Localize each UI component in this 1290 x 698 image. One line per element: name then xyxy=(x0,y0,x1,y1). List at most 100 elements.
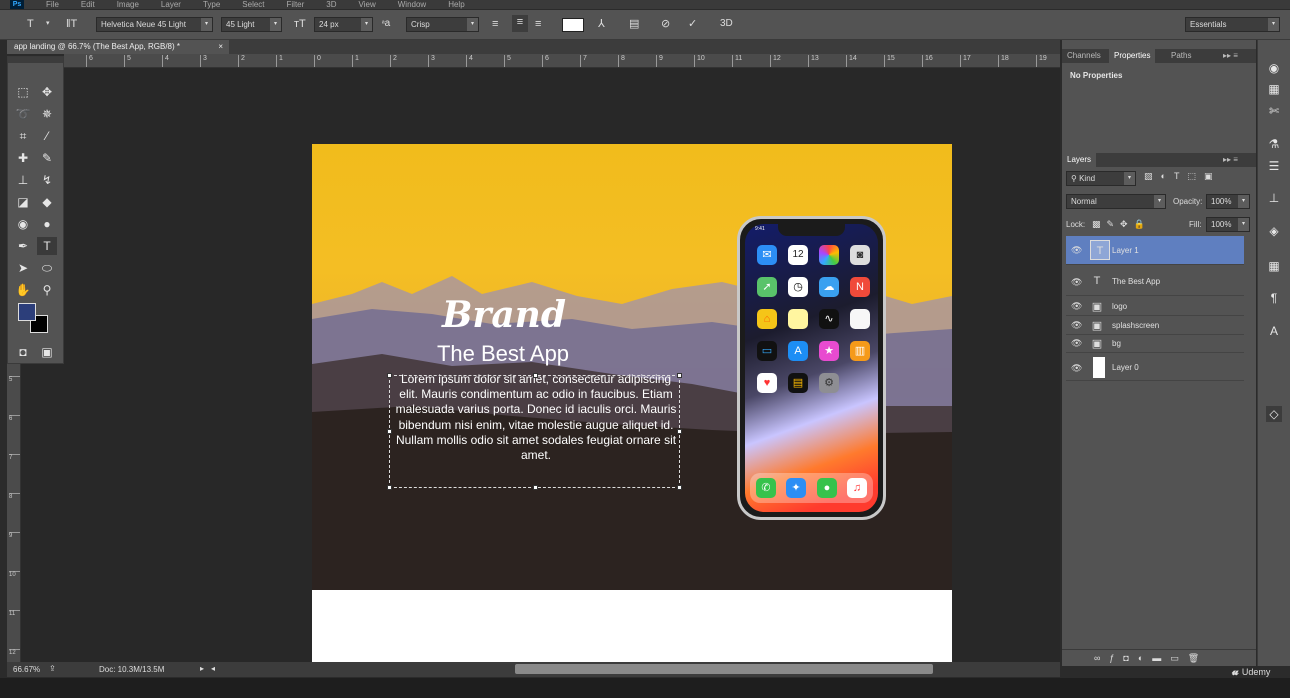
screen-mode-icon[interactable]: ▣ xyxy=(37,343,57,361)
horizontal-ruler[interactable]: 6 5 4 3 2 1 0 1 2 3 4 5 6 7 8 9 10 11 12 13 14 15 16 17 18 19 xyxy=(64,54,1060,68)
menu-window[interactable]: Window xyxy=(398,0,426,9)
layer-row[interactable]: 👁 ▣ logo xyxy=(1066,298,1244,316)
quick-mask-icon[interactable]: ◘ xyxy=(13,343,33,361)
horizontal-scrollbar[interactable] xyxy=(515,664,933,674)
transform-handle[interactable] xyxy=(387,373,392,378)
brush-tool-icon[interactable]: ✎ xyxy=(37,149,57,167)
menu-edit[interactable]: Edit xyxy=(81,0,95,9)
eyedropper-tool-icon[interactable]: ⁄ xyxy=(37,127,57,145)
align-right-icon[interactable]: ≡ xyxy=(535,17,541,31)
panel-menu-icon[interactable]: ▸▸ ≡ xyxy=(1218,49,1243,63)
layer-row[interactable]: 👁 ▣ bg xyxy=(1066,335,1244,353)
menu-type[interactable]: Type xyxy=(203,0,220,9)
lasso-tool-icon[interactable]: ➰ xyxy=(13,105,33,123)
visibility-eye-icon[interactable]: 👁 xyxy=(1071,245,1082,256)
adjustments-panel-icon[interactable]: ✄ xyxy=(1266,103,1282,119)
antialias-select[interactable]: Crisp ▾ xyxy=(406,17,479,32)
text-bounding-box[interactable] xyxy=(387,373,682,490)
foreground-color-swatch[interactable] xyxy=(18,303,36,321)
crop-tool-icon[interactable]: ⌗ xyxy=(13,127,33,145)
transform-handle[interactable] xyxy=(533,373,538,378)
layer-action-icons[interactable]: ∞ƒ◘◐▬▭🗑 xyxy=(1094,653,1208,664)
tools-panel-header[interactable] xyxy=(8,57,63,63)
transform-handle[interactable] xyxy=(677,373,682,378)
menu-3d[interactable]: 3D xyxy=(326,0,336,9)
menu-file[interactable]: File xyxy=(46,0,59,9)
layer-filter-kind-select[interactable]: ⚲ Kind ▾ xyxy=(1066,171,1136,186)
menu-image[interactable]: Image xyxy=(117,0,139,9)
tab-paths[interactable]: Paths xyxy=(1166,49,1196,63)
paragraph-panel-icon[interactable]: ¶ xyxy=(1266,290,1282,306)
visibility-eye-icon[interactable]: 👁 xyxy=(1071,338,1082,349)
create-3d-button[interactable]: 3D xyxy=(720,17,733,31)
workspace-select[interactable]: Essentials ▾ xyxy=(1185,17,1280,32)
styles-panel-icon[interactable]: ◈ xyxy=(1266,223,1282,239)
layers-panel-icon[interactable]: ◇ xyxy=(1266,406,1282,422)
lock-icons[interactable]: ▩✎✥🔒 xyxy=(1092,219,1151,230)
tool-preset-dropdown-icon[interactable]: ▾ xyxy=(46,17,50,31)
grid-panel-icon[interactable]: ▦ xyxy=(1266,258,1282,274)
clone-stamp-tool-icon[interactable]: ⊥ xyxy=(13,171,33,189)
tab-channels[interactable]: Channels xyxy=(1062,49,1106,63)
status-menu-arrow-icon[interactable]: ▸ xyxy=(200,664,204,673)
transform-handle[interactable] xyxy=(387,429,392,434)
transform-handle[interactable] xyxy=(677,485,682,490)
tab-layers[interactable]: Layers xyxy=(1062,153,1097,167)
export-icon[interactable]: ⇪ xyxy=(49,664,56,673)
warp-text-icon[interactable]: ⅄ xyxy=(598,17,605,31)
pen-tool-icon[interactable]: ✒ xyxy=(13,237,33,255)
eraser-tool-icon[interactable]: ◪ xyxy=(13,193,33,211)
zoom-level[interactable]: 66.67% xyxy=(13,665,40,674)
font-style-select[interactable]: 45 Light ▾ xyxy=(221,17,282,32)
font-size-select[interactable]: 24 px ▾ xyxy=(314,17,373,32)
type-tool-icon[interactable]: T xyxy=(27,17,34,31)
document-canvas[interactable]: Brand The Best App Lorem ipsum dolor sit… xyxy=(312,144,952,663)
layer-filter-icons[interactable]: ▨◐T⬚▣ xyxy=(1144,171,1220,182)
blur-tool-icon[interactable]: ◉ xyxy=(13,215,33,233)
visibility-eye-icon[interactable]: 👁 xyxy=(1071,277,1082,288)
zoom-tool-icon[interactable]: ⚲ xyxy=(37,281,57,299)
commit-edits-icon[interactable]: ✓ xyxy=(688,17,697,31)
blend-mode-select[interactable]: Normal ▾ xyxy=(1066,194,1166,209)
menu-select[interactable]: Select xyxy=(242,0,264,9)
menu-filter[interactable]: Filter xyxy=(287,0,305,9)
path-selection-tool-icon[interactable]: ➤ xyxy=(13,259,33,277)
layer-row[interactable]: 👁 Layer 0 xyxy=(1066,354,1244,381)
close-tab-icon[interactable]: × xyxy=(218,40,223,54)
character-panel-icon[interactable]: A xyxy=(1266,323,1282,339)
move-tool-icon[interactable]: ✥ xyxy=(37,83,57,101)
dodge-tool-icon[interactable]: ● xyxy=(37,215,57,233)
brush-panel-icon[interactable]: ⚗ xyxy=(1266,136,1282,152)
swatches-panel-icon[interactable]: ▦ xyxy=(1266,81,1282,97)
visibility-eye-icon[interactable]: 👁 xyxy=(1071,301,1082,312)
hand-tool-icon[interactable]: ✋ xyxy=(13,281,33,299)
type-tool-icon[interactable]: T xyxy=(37,237,57,255)
menu-view[interactable]: View xyxy=(359,0,376,9)
visibility-eye-icon[interactable]: 👁 xyxy=(1071,363,1082,374)
history-brush-tool-icon[interactable]: ↯ xyxy=(37,171,57,189)
headline-text-layer[interactable]: The Best App xyxy=(418,341,588,367)
transform-handle[interactable] xyxy=(387,485,392,490)
transform-handle[interactable] xyxy=(533,485,538,490)
healing-brush-tool-icon[interactable]: ✚ xyxy=(13,149,33,167)
marquee-tool-icon[interactable]: ⬚ xyxy=(13,83,33,101)
tab-properties[interactable]: Properties xyxy=(1109,49,1156,63)
text-color-swatch[interactable] xyxy=(562,18,584,32)
align-center-icon[interactable]: ≡ xyxy=(512,15,528,32)
panel-menu-icon[interactable]: ▸▸ ≡ xyxy=(1218,153,1243,167)
layer-row[interactable]: 👁 ▣ splashscreen xyxy=(1066,317,1244,335)
tool-presets-icon[interactable]: ☰ xyxy=(1266,158,1282,174)
scroll-left-icon[interactable]: ◂ xyxy=(211,664,215,673)
color-panel-icon[interactable]: ◉ xyxy=(1266,60,1282,76)
layer-row[interactable]: 👁 T The Best App xyxy=(1066,268,1244,296)
menu-help[interactable]: Help xyxy=(448,0,464,9)
character-panel-icon[interactable]: ▤ xyxy=(629,17,639,31)
font-family-select[interactable]: Helvetica Neue 45 Light ▾ xyxy=(96,17,213,32)
fill-input[interactable]: 100% ▾ xyxy=(1206,217,1250,232)
menu-layer[interactable]: Layer xyxy=(161,0,181,9)
ellipse-tool-icon[interactable]: ⬭ xyxy=(37,259,57,277)
paint-bucket-tool-icon[interactable]: ◆ xyxy=(37,193,57,211)
transform-handle[interactable] xyxy=(677,429,682,434)
cancel-edits-icon[interactable]: ⊘ xyxy=(661,17,670,31)
magic-wand-tool-icon[interactable]: ✵ xyxy=(37,105,57,123)
